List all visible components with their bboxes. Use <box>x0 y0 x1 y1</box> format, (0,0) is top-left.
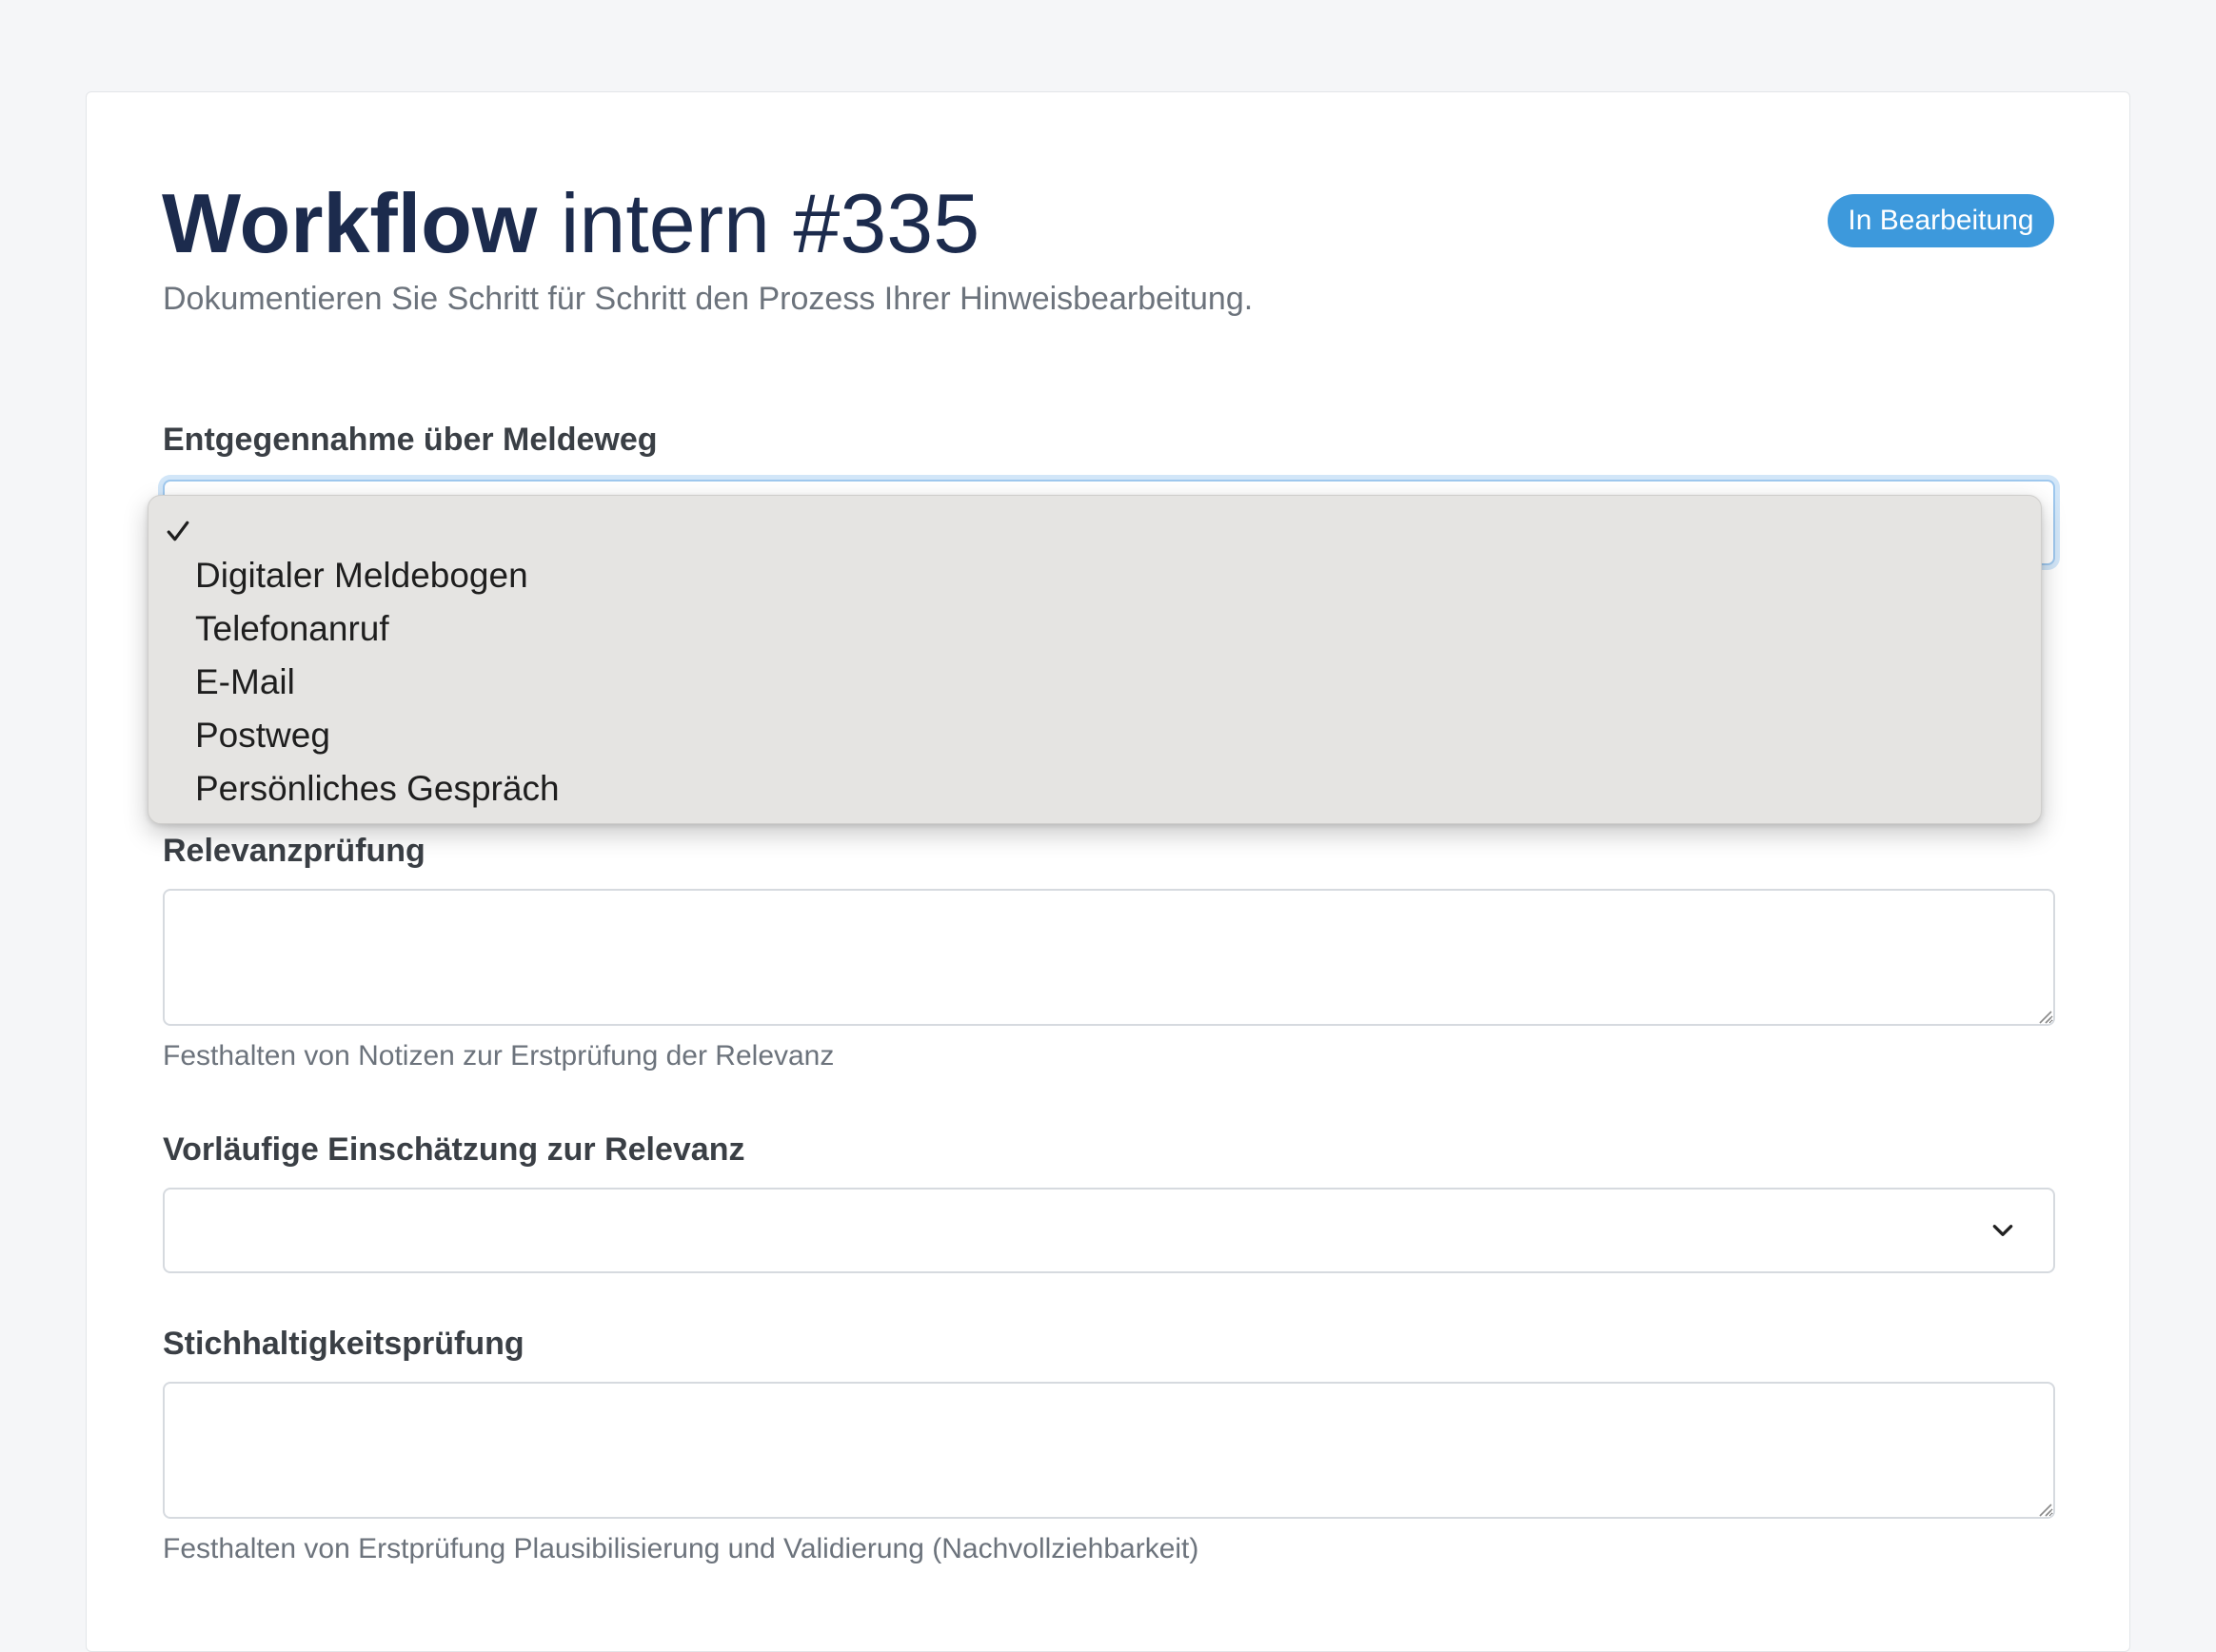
resize-grip-icon[interactable] <box>2037 1502 2052 1517</box>
relevanzpruefung-label: Relevanzprüfung <box>163 833 425 869</box>
page-subtitle: Dokumentieren Sie Schritt für Schritt de… <box>163 281 1254 317</box>
dropdown-option-label: Persönliches Gespräch <box>195 769 560 808</box>
page-title-bold: Workflow <box>162 176 538 270</box>
einschaetzung-label: Vorläufige Einschätzung zur Relevanz <box>163 1131 745 1168</box>
relevanzpruefung-textarea[interactable] <box>163 889 2055 1026</box>
chevron-down-icon <box>1992 1225 2013 1236</box>
resize-grip-icon[interactable] <box>2037 1009 2052 1024</box>
dropdown-option-label: Telefonanruf <box>195 609 389 648</box>
meldeweg-label: Entgegennahme über Meldeweg <box>163 422 658 458</box>
dropdown-option-digitaler-meldebogen[interactable]: Digitaler Meldebogen <box>148 549 2041 602</box>
dropdown-option-e-mail[interactable]: E-Mail <box>148 656 2041 709</box>
relevanzpruefung-help: Festhalten von Notizen zur Erstprüfung d… <box>163 1040 835 1072</box>
status-badge: In Bearbeitung <box>1828 194 2054 247</box>
dropdown-option-label: Postweg <box>195 716 330 755</box>
page-title: Workflow intern #335 <box>162 171 979 276</box>
dropdown-option-label: Digitaler Meldebogen <box>195 556 528 595</box>
stichhaltigkeit-help: Festhalten von Erstprüfung Plausibilisie… <box>163 1533 1199 1564</box>
einschaetzung-select[interactable] <box>163 1188 2055 1273</box>
dropdown-option-persoenliches-gespraech[interactable]: Persönliches Gespräch <box>148 762 2041 816</box>
dropdown-option-label: E-Mail <box>195 662 295 701</box>
page-title-rest: intern #335 <box>537 176 980 270</box>
meldeweg-dropdown-menu: Digitaler Meldebogen Telefonanruf E-Mail… <box>148 495 2042 824</box>
stichhaltigkeit-label: Stichhaltigkeitsprüfung <box>163 1326 524 1362</box>
dropdown-option-postweg[interactable]: Postweg <box>148 709 2041 762</box>
dropdown-option-telefonanruf[interactable]: Telefonanruf <box>148 602 2041 656</box>
stichhaltigkeit-textarea[interactable] <box>163 1382 2055 1519</box>
checkmark-icon <box>167 521 189 541</box>
